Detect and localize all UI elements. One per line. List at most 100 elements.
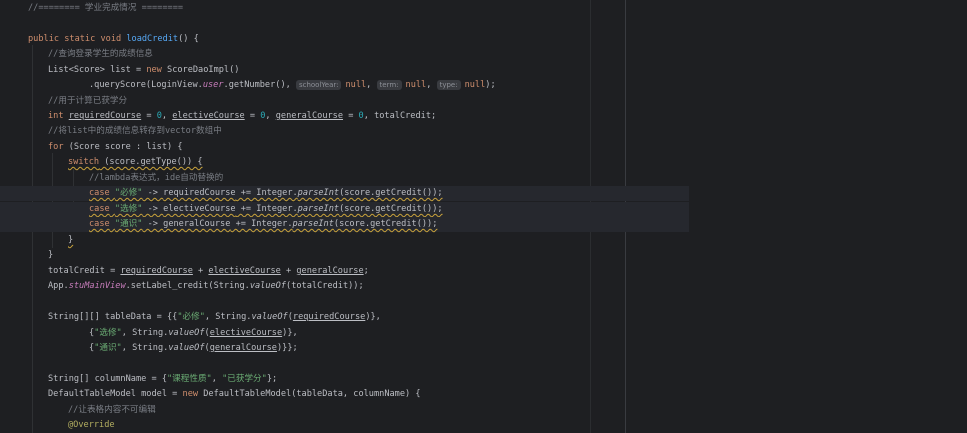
keyword: case <box>89 188 110 198</box>
method-call: valueOf <box>249 281 287 291</box>
string: "必修" <box>114 188 143 198</box>
code-line: int requiredCourse = 0, electiveCourse =… <box>48 109 436 124</box>
code-line: } <box>48 248 53 263</box>
code-text: .getNumber(), <box>223 80 296 90</box>
variable: electiveCourse <box>172 111 245 121</box>
method-call: valueOf <box>251 312 288 322</box>
param-hint: term: <box>376 79 402 90</box>
string: "通识" <box>94 343 122 353</box>
field-ref: stuMainView <box>68 281 126 291</box>
code-text: , String. <box>121 343 169 353</box>
string: "已获学分" <box>222 374 267 384</box>
code-line: App.stuMainView.setLabel_credit(String.v… <box>48 279 364 294</box>
code-text: (score.getCredit()); <box>339 188 443 198</box>
code-text: }; <box>266 374 278 384</box>
code-line: case "选修" -> electiveCourse += Integer.p… <box>0 202 689 217</box>
variable: generalCourse <box>275 111 344 121</box>
code-text: DefaultTableModel(tableData, columnName)… <box>198 389 421 399</box>
param-hint: type: <box>436 79 461 90</box>
method-call: parseInt <box>297 188 340 198</box>
keyword: new <box>146 65 162 75</box>
code-line: case "通识" -> generalCourse += Integer.pa… <box>0 217 689 232</box>
keyword: int <box>48 111 64 121</box>
code-text: (score.getCredit()); <box>333 219 438 229</box>
code-line: totalCredit = requiredCourse + electiveC… <box>48 264 369 279</box>
code-text: += Integer. <box>230 219 293 229</box>
method-call: valueOf <box>168 328 205 338</box>
code-text: .setLabel_credit(String. <box>125 281 250 291</box>
code-line: //让表格内容不可编辑 <box>68 403 156 418</box>
keyword: null <box>345 80 367 90</box>
code-line: .queryScore(LoginView.user.getNumber(), … <box>89 78 496 93</box>
keyword: new <box>182 389 199 399</box>
variable: requiredCourse <box>163 188 236 198</box>
code-text: )}}; <box>276 343 298 353</box>
code-text: , <box>161 111 173 121</box>
keyword: switch <box>68 157 100 167</box>
code-text: )}, <box>282 328 298 338</box>
method-name: loadCredit <box>126 34 179 44</box>
code-text: .queryScore(LoginView. <box>89 80 203 90</box>
annotation: @Override <box>68 420 115 430</box>
comment: //让表格内容不可编辑 <box>68 405 156 415</box>
code-text: , <box>211 374 223 384</box>
code-text: List<Score> list = <box>48 65 147 75</box>
code-line: List<Score> list = new ScoreDaoImpl() <box>48 63 239 78</box>
code-line: //lambda表达式，ide自动替换的 <box>89 171 223 186</box>
code-line: public static void loadCredit() { <box>28 32 199 47</box>
variable: electiveCourse <box>209 328 283 338</box>
code-line: DefaultTableModel model = new DefaultTab… <box>48 387 421 402</box>
comment: //用于计算已获学分 <box>48 96 128 106</box>
string: "必修" <box>177 312 205 322</box>
indent-guide <box>32 45 33 433</box>
keyword: null <box>464 80 486 90</box>
code-text: = <box>343 111 359 121</box>
code-text: (totalCredit)); <box>286 281 364 291</box>
brace: } <box>68 235 74 245</box>
variable: electiveCourse <box>208 266 281 276</box>
code-text: , String. <box>204 312 252 322</box>
code-text: , <box>426 80 437 90</box>
code-text: String[] columnName = { <box>48 374 167 384</box>
keyword: null <box>405 80 427 90</box>
code-text: = <box>141 111 157 121</box>
brace: } <box>48 250 54 260</box>
keyword: public <box>28 34 60 44</box>
code-line: String[] columnName = {"课程性质", "已获学分"}; <box>48 372 277 387</box>
keyword: case <box>89 204 110 214</box>
code-text: -> <box>142 188 164 198</box>
code-line: {"通识", String.valueOf(generalCourse)}}; <box>89 341 298 356</box>
keyword: for <box>48 142 64 152</box>
variable: generalCourse <box>209 343 277 353</box>
code-text: () { <box>178 34 199 44</box>
string: "选修" <box>94 328 122 338</box>
code-text: ScoreDaoImpl() <box>161 65 240 75</box>
method-call: parseInt <box>292 219 334 229</box>
code-text: (score.getType()) { <box>99 157 203 167</box>
code-text: ; <box>363 266 369 276</box>
keyword: void <box>100 34 122 44</box>
keyword: static <box>64 34 96 44</box>
code-editor[interactable]: //======== 学业完成情况 ======== public static… <box>0 0 967 433</box>
code-line: @Override <box>68 418 115 433</box>
code-line: case "必修" -> requiredCourse += Integer.p… <box>0 186 689 201</box>
code-line: switch (score.getType()) { <box>68 155 203 170</box>
code-line: //查询登录学生的成绩信息 <box>48 47 153 62</box>
code-text: App. <box>48 281 69 291</box>
code-text: (score.getCredit()); <box>339 204 443 214</box>
code-line: } <box>68 233 73 248</box>
code-text: + <box>192 266 209 276</box>
code-text: totalCredit = <box>48 266 121 276</box>
keyword: case <box>89 219 110 229</box>
comment: //将list中的成绩信息转存到vector数组中 <box>48 126 222 136</box>
string: "选修" <box>114 204 143 214</box>
field-ref: user <box>202 80 224 90</box>
code-text: -> <box>142 219 164 229</box>
variable: electiveCourse <box>163 204 236 214</box>
code-text: , <box>265 111 276 121</box>
variable: requiredCourse <box>120 266 193 276</box>
code-text: ); <box>485 80 496 90</box>
code-text: )}, <box>365 312 381 322</box>
code-text: String[][] tableData = {{ <box>48 312 178 322</box>
variable: generalCourse <box>163 219 231 229</box>
